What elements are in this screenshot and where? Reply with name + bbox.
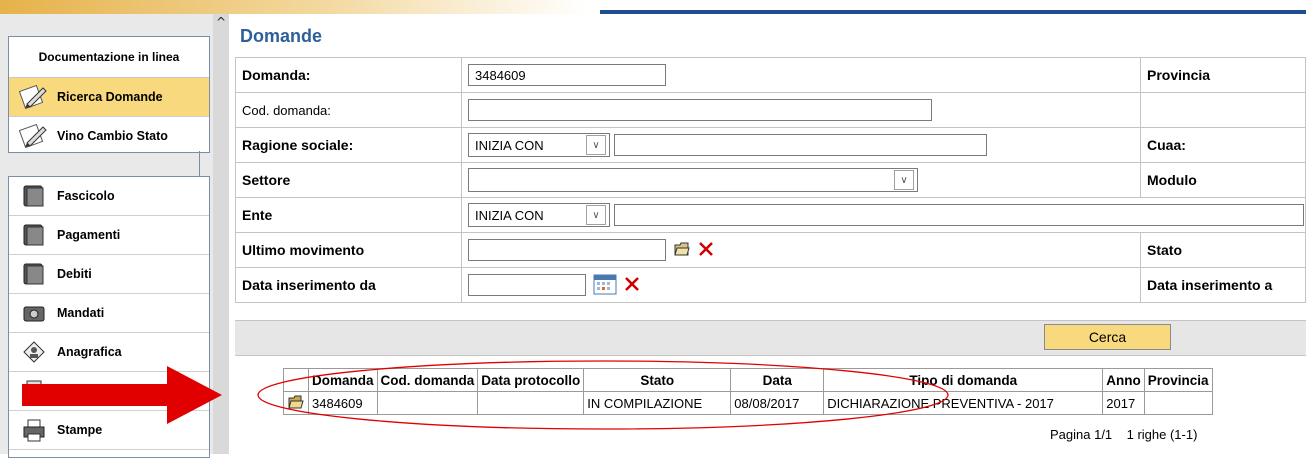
annotation-arrow-icon [22,366,222,424]
menu-item-label: Ricerca Domande [57,90,163,104]
ente-input[interactable] [613,204,1304,226]
binder-icon [19,260,49,288]
provincia-label: Provincia [1140,57,1306,93]
select-value: INIZIA CON [475,137,544,153]
annotation-ellipse-icon [257,360,949,430]
person-card-icon [19,338,49,366]
menu-item-vino-cambio-stato[interactable]: Vino Cambio Stato [9,117,209,155]
cod-domanda-input[interactable] [468,99,932,121]
folder-open-icon[interactable] [673,240,691,261]
column-header-anno[interactable]: Anno [1102,368,1145,392]
top-banner [0,0,1306,14]
ente-operator-select[interactable]: INIZIA CON ∨ [468,203,610,227]
ragione-sociale-operator-select[interactable]: INIZIA CON ∨ [468,133,610,157]
clear-x-icon[interactable] [623,275,641,296]
settore-label: Settore [235,162,462,198]
chevron-down-icon: ∨ [894,170,914,190]
cod-domanda-label: Cod. domanda: [235,92,462,128]
menu-item-fascicolo[interactable]: Fascicolo [9,177,209,216]
cuaa-label: Cuaa: [1140,127,1306,163]
menu-connector [199,151,200,176]
ultimo-movimento-label: Ultimo movimento [235,232,462,268]
menu-item-label: Mandati [57,306,105,320]
column-header-provincia[interactable]: Provincia [1143,368,1213,392]
menu-item-mandati[interactable]: Mandati [9,294,209,333]
chevron-down-icon: ∨ [586,205,606,225]
menu-item-label: Anagrafica [57,345,122,359]
binder-icon [19,221,49,249]
ultimo-movimento-input[interactable] [468,239,666,261]
binder-icon [19,182,49,210]
menu-item-label: Vino Cambio Stato [57,129,168,143]
search-form: Domanda: 3484609 Provincia Cod. domanda:… [235,57,1306,303]
cell-anno: 2017 [1102,391,1145,415]
search-button[interactable]: Cerca [1044,324,1171,350]
calendar-icon[interactable] [593,273,617,298]
ragione-sociale-label: Ragione sociale: [235,127,462,163]
menu-section-documentation: Documentazione in linea Ricerca Domande … [8,36,210,153]
menu-item-label: Stampe [57,423,103,437]
pager-info: Pagina 1/1 1 righe (1-1) [1050,427,1198,442]
menu-title-documentation[interactable]: Documentazione in linea [9,37,209,78]
modulo-label: Modulo [1140,162,1306,198]
ente-label: Ente [235,197,462,233]
select-value: INIZIA CON [475,207,544,223]
menu-item-ricerca-domande[interactable]: Ricerca Domande [9,78,209,117]
scroll-up-arrow-icon[interactable]: ^ [213,14,229,30]
data-inserimento-a-label: Data inserimento a [1140,267,1306,303]
menu-item-label: Debiti [57,267,92,281]
pencil-icon [19,83,49,111]
settore-select[interactable]: ∨ [468,168,918,192]
top-banner-line [600,10,1306,14]
data-inserimento-da-label: Data inserimento da [235,267,462,303]
menu-item-label: Fascicolo [57,189,115,203]
chevron-down-icon: ∨ [586,135,606,155]
pencil-icon [19,122,49,150]
domanda-label: Domanda: [235,57,462,93]
clear-x-icon[interactable] [697,240,715,261]
menu-item-pagamenti[interactable]: Pagamenti [9,216,209,255]
page-title: Domande [240,26,323,46]
menu-item-debiti[interactable]: Debiti [9,255,209,294]
domanda-input[interactable]: 3484609 [468,64,666,86]
menu-item-label: Pagamenti [57,228,121,242]
camera-icon [19,299,49,327]
stato-label: Stato [1140,232,1306,268]
cell-provincia [1143,391,1213,415]
ragione-sociale-input[interactable] [613,134,987,156]
data-inserimento-da-input[interactable] [468,274,586,296]
